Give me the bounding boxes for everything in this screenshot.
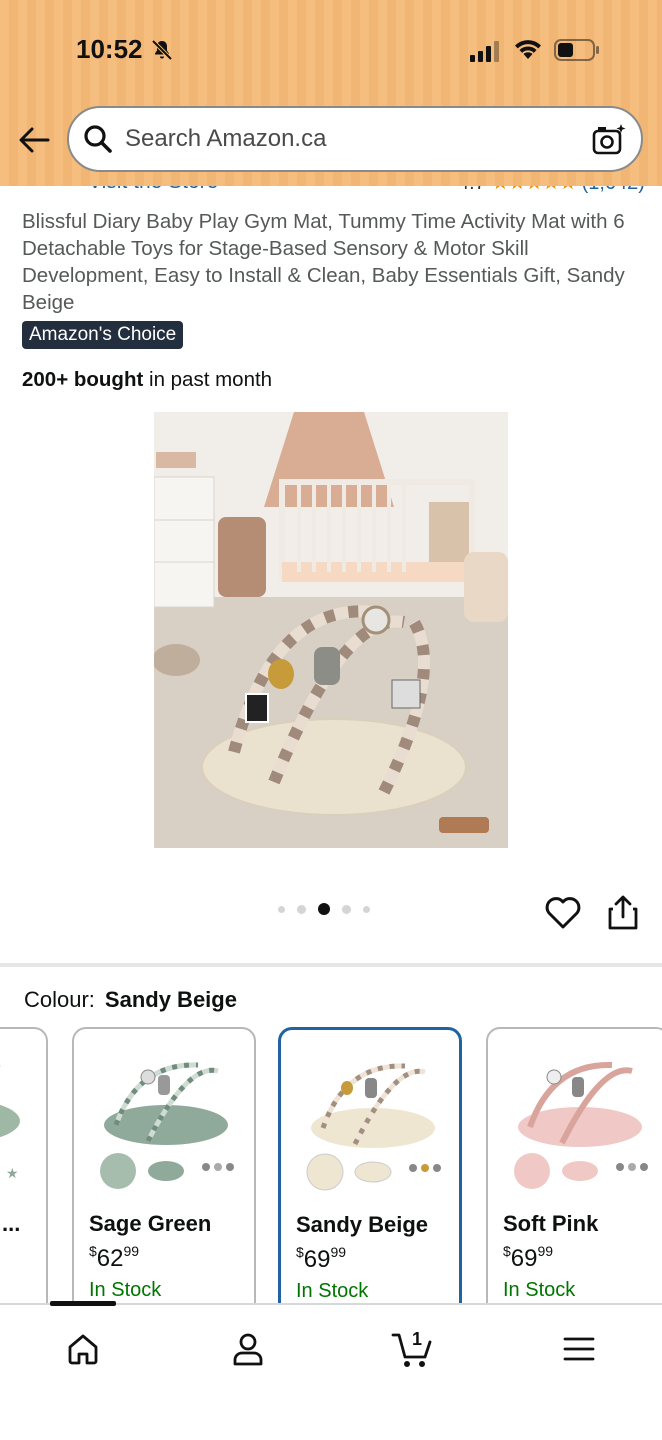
cart-count-badge: 1 [412,1329,423,1349]
bell-off-icon [151,39,173,61]
colour-selected-value: Sandy Beige [104,987,237,1012]
swatch-thumbnail: ★ [0,1065,20,1182]
amazons-choice-badge[interactable]: Amazon's Choice [22,321,184,349]
swatch-name: Soft Pink [503,1211,599,1236]
product-title: Blissful Diary Baby Play Gym Mat, Tummy … [22,210,625,314]
price-symbol: $ [503,1243,511,1259]
colour-selection-label: Colour: Sandy Beige [24,987,237,1013]
svg-text:★: ★ [6,1166,19,1182]
swatch-thumbnail [306,1063,441,1191]
share-icon[interactable] [606,893,640,931]
section-divider [0,963,662,967]
battery-icon [554,39,599,61]
back-arrow-icon [19,127,50,153]
price-fraction: 99 [537,1243,554,1259]
bought-count: 200+ bought in past month [22,368,272,392]
wifi-icon [515,40,541,59]
colour-swatch-sandy-beige[interactable]: Sandy Beige $6999 In Stock [278,1027,462,1327]
price-fraction: 99 [123,1243,140,1259]
pagination-dot[interactable] [278,905,285,913]
swatch-stock: In Stock [503,1279,576,1301]
colour-swatch-partial[interactable]: ★ ... [0,1027,48,1327]
screen: 10:52 Search Amazon.ca Blissful Diary Ba… [0,0,662,1440]
pagination-dot[interactable] [297,904,306,914]
heart-icon[interactable] [544,894,582,932]
search-input[interactable] [125,125,565,153]
swatch-thumbnail [514,1061,648,1189]
status-time: 10:52 [76,34,143,64]
swatch-price: $6999 [503,1243,553,1273]
price-whole: 62 [96,1245,124,1272]
product-image[interactable] [154,412,508,848]
nav-menu[interactable] [557,1327,601,1371]
colour-label: Colour: [24,987,95,1012]
swatch-name: ... [2,1211,21,1236]
pagination-dot-active[interactable] [318,903,330,915]
price-symbol: $ [89,1243,97,1259]
swatch-price: $6299 [89,1243,139,1273]
search-icon [84,125,112,153]
bought-count-bold: 200+ bought [22,368,144,391]
search-bar[interactable] [67,106,643,172]
swatch-stock: In Stock [89,1279,162,1301]
header: 10:52 [0,0,662,186]
swatch-name: Sage Green [89,1211,212,1236]
cellular-signal-icon [470,41,499,62]
image-pagination[interactable] [278,903,370,915]
pagination-dot[interactable] [342,904,351,914]
bottom-navigation: 1 [0,1301,662,1440]
price-symbol: $ [296,1244,304,1260]
swatch-price: $6999 [296,1244,346,1274]
home-icon [68,1334,98,1365]
colour-swatch-sage-green[interactable]: Sage Green $6299 In Stock [72,1027,256,1327]
nav-account[interactable] [226,1327,270,1371]
price-whole: 69 [510,1245,538,1272]
pagination-dot[interactable] [363,905,370,913]
camera-search-icon[interactable] [591,122,627,158]
price-whole: 69 [303,1246,331,1273]
user-icon [233,1333,263,1366]
colour-swatch-soft-pink[interactable]: Soft Pink $6999 In Stock [486,1027,662,1327]
price-fraction: 99 [330,1244,347,1260]
nav-home[interactable] [61,1327,105,1371]
back-button[interactable] [14,120,54,160]
active-tab-indicator [50,1301,116,1306]
bought-count-rest: in past month [143,368,273,391]
product-photo [154,412,508,848]
hamburger-menu-icon [563,1337,595,1361]
swatch-stock: In Stock [296,1280,369,1302]
swatch-thumbnail [100,1062,234,1189]
swatch-name: Sandy Beige [296,1212,429,1237]
